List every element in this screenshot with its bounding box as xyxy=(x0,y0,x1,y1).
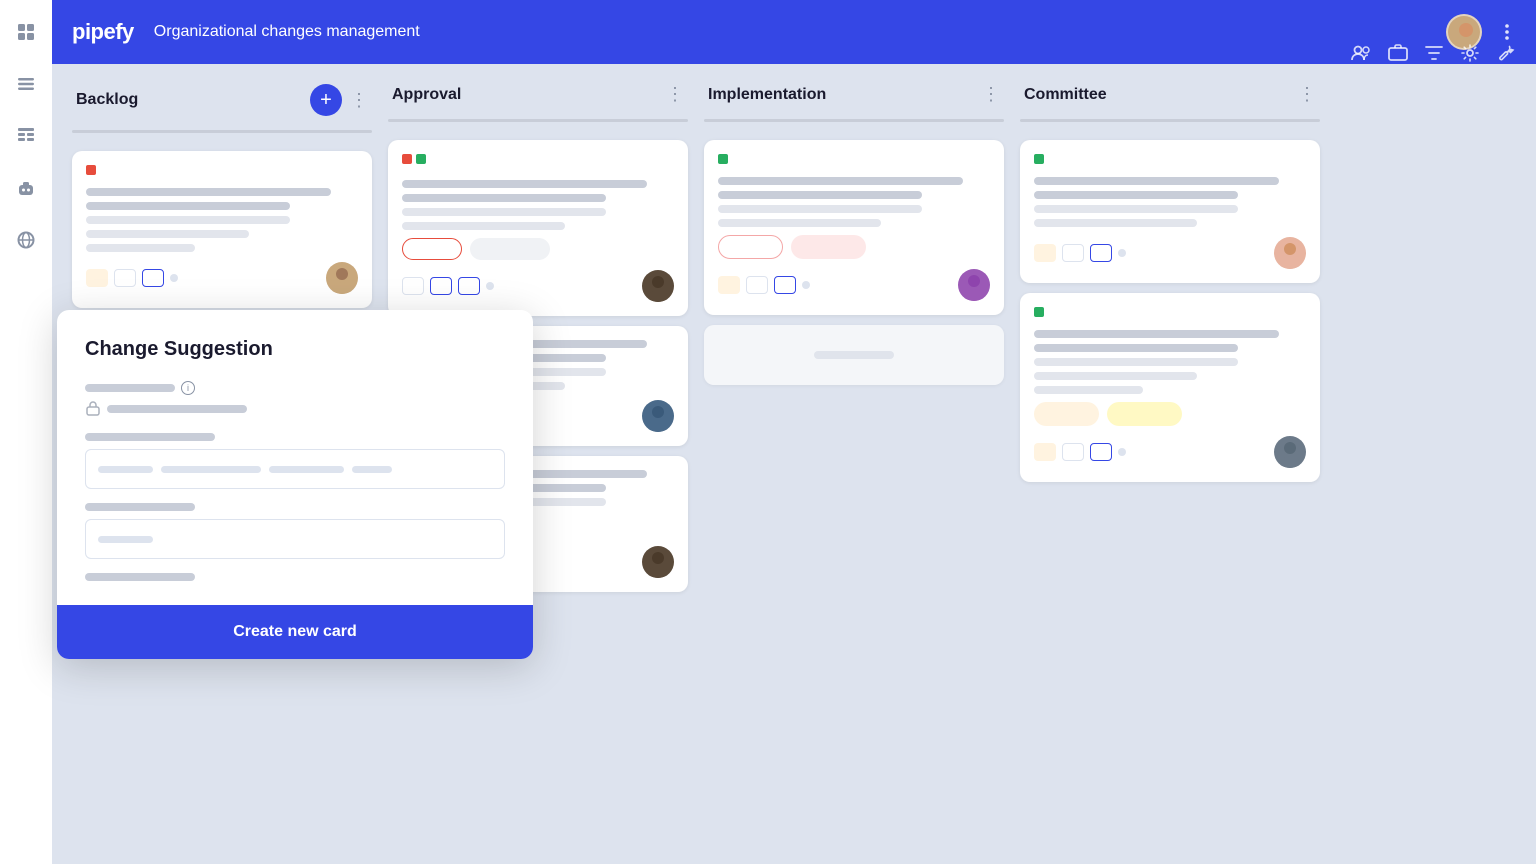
field1-label-bar xyxy=(85,384,175,392)
create-card-modal: Change Suggestion i xyxy=(57,310,533,659)
input-bar xyxy=(98,466,153,473)
input-bar-small xyxy=(98,536,153,543)
modal-footer: Create new card xyxy=(57,605,533,659)
input-bar xyxy=(161,466,261,473)
field1-label-row: i xyxy=(85,381,505,395)
input-bar xyxy=(269,466,344,473)
field4-label xyxy=(85,573,195,581)
field3-input[interactable] xyxy=(85,519,505,559)
field1-value-bar xyxy=(107,405,247,413)
field2-input[interactable] xyxy=(85,449,505,489)
field3-label xyxy=(85,503,195,511)
modal-body: Change Suggestion i xyxy=(57,310,533,605)
modal-title: Change Suggestion xyxy=(85,338,505,361)
create-new-card-button[interactable]: Create new card xyxy=(85,623,505,641)
input-bar xyxy=(352,466,392,473)
field1-value-row xyxy=(85,401,505,417)
modal-overlay: Change Suggestion i xyxy=(0,0,1536,864)
info-icon[interactable]: i xyxy=(181,381,195,395)
attach-icon xyxy=(85,401,101,417)
field2-label xyxy=(85,433,215,441)
